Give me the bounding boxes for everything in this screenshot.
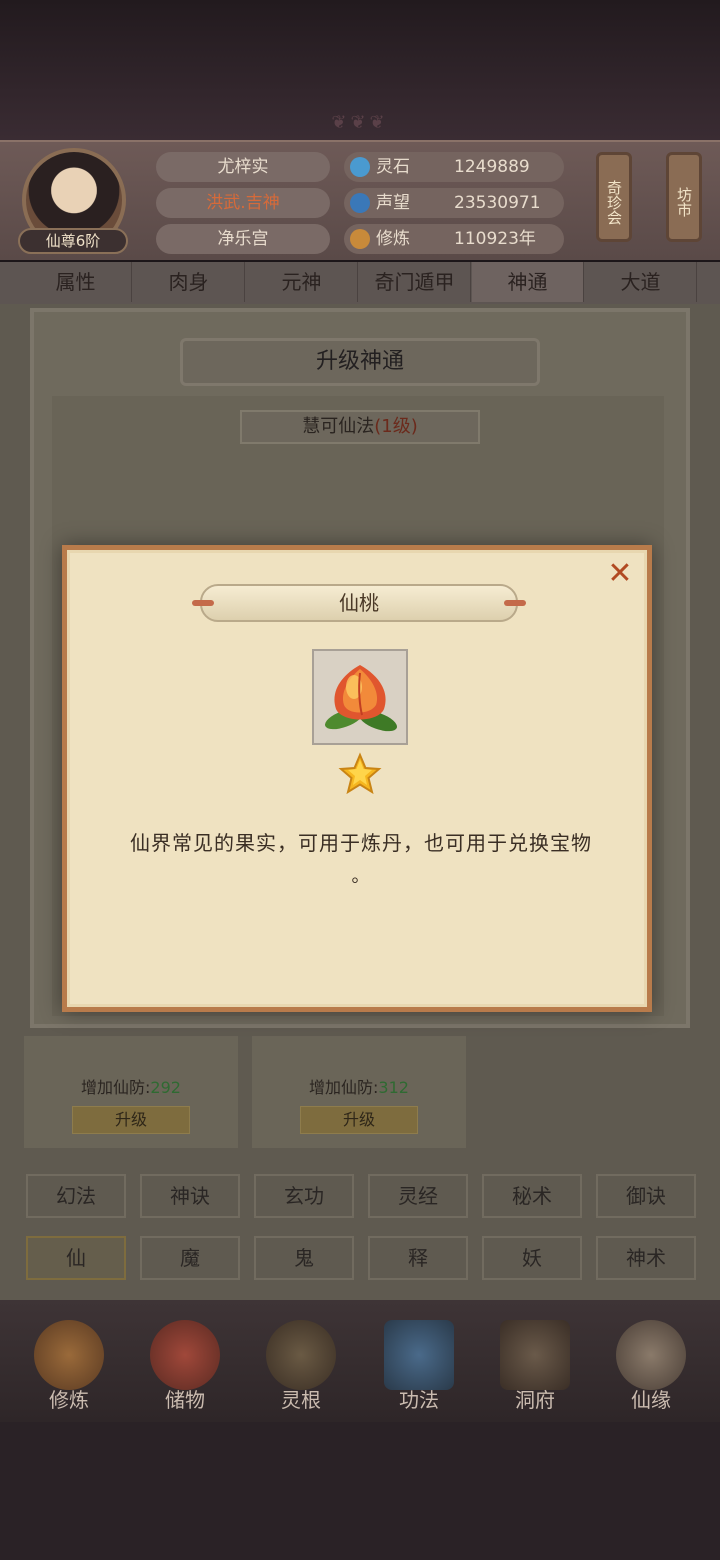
- nav-cultivate[interactable]: 修炼: [14, 1310, 124, 1420]
- cave-mansion-icon: [500, 1320, 570, 1390]
- category-divine-art[interactable]: 神诀: [140, 1174, 240, 1218]
- stat-spirit-stone: 灵石 1249889: [344, 152, 564, 182]
- nav-label: 储物: [165, 1388, 205, 1412]
- item-description-line: 。: [351, 866, 371, 887]
- player-title: 洪武.吉神: [156, 188, 330, 218]
- immortal-fate-icon: [616, 1320, 686, 1390]
- tab-soul[interactable]: 元神: [246, 262, 358, 302]
- tab-divine-power[interactable]: 神通: [472, 262, 584, 302]
- player-sect: 净乐宫: [156, 224, 330, 254]
- nav-technique[interactable]: 功法: [364, 1310, 474, 1420]
- category-spirit-sutra[interactable]: 灵经: [368, 1174, 468, 1218]
- prestige-icon: [350, 193, 370, 213]
- tab-attributes[interactable]: 属性: [20, 262, 132, 302]
- rarity-star-icon: [338, 752, 382, 796]
- category-demon[interactable]: 魔: [140, 1236, 240, 1280]
- skill-card: 增加仙防:292 升级: [24, 1036, 238, 1148]
- nav-label: 洞府: [515, 1388, 555, 1412]
- nav-immortal-fate[interactable]: 仙缘: [596, 1310, 706, 1420]
- bottom-band: [0, 1422, 720, 1560]
- tab-qimen[interactable]: 奇门遁甲: [359, 262, 471, 302]
- bonus-label: 增加仙防:: [309, 1078, 379, 1097]
- category-ghost[interactable]: 鬼: [254, 1236, 354, 1280]
- nav-spirit-root[interactable]: 灵根: [246, 1310, 356, 1420]
- nav-label: 修炼: [49, 1388, 89, 1412]
- upgrade-button[interactable]: 升级: [300, 1106, 418, 1134]
- upgrade-button[interactable]: 升级: [72, 1106, 190, 1134]
- bonus-value: 312: [378, 1078, 409, 1097]
- skill-level: (1级): [374, 416, 418, 437]
- upgrade-panel-title: 升级神通: [180, 338, 540, 386]
- stat-value: 1249889: [454, 157, 530, 177]
- nav-storage[interactable]: 储物: [130, 1310, 240, 1420]
- stat-cultivation: 修炼 110923年: [344, 224, 564, 254]
- bonus-label: 增加仙防:: [81, 1078, 151, 1097]
- cultivate-icon: [34, 1320, 104, 1390]
- category-immortal[interactable]: 仙: [26, 1236, 126, 1280]
- dialog-title: 仙桃: [192, 584, 526, 622]
- category-mystic[interactable]: 玄功: [254, 1174, 354, 1218]
- tab-body[interactable]: 肉身: [133, 262, 245, 302]
- nav-label: 仙缘: [631, 1388, 671, 1412]
- card-bonus: 增加仙防:292: [24, 1074, 238, 1098]
- category-yao[interactable]: 妖: [482, 1236, 582, 1280]
- stat-value: 110923年: [454, 229, 536, 249]
- stat-prestige: 声望 23530971: [344, 188, 564, 218]
- nav-label: 功法: [399, 1388, 439, 1412]
- card-bonus: 增加仙防:312: [252, 1074, 466, 1098]
- category-secret-art[interactable]: 秘术: [482, 1174, 582, 1218]
- spirit-stone-icon: [350, 157, 370, 177]
- stat-label: 修炼: [376, 229, 410, 249]
- player-name: 尤梓实: [156, 152, 330, 182]
- category-control-art[interactable]: 御诀: [596, 1174, 696, 1218]
- stat-value: 23530971: [454, 193, 541, 213]
- spirit-root-icon: [266, 1320, 336, 1390]
- bonus-value: 292: [150, 1078, 181, 1097]
- stat-label: 灵石: [376, 157, 410, 177]
- nav-label: 灵根: [281, 1388, 321, 1412]
- skill-name: 慧可仙法: [302, 416, 375, 437]
- category-illusion[interactable]: 幻法: [26, 1174, 126, 1218]
- treasure-fair-button[interactable]: 奇珍会: [596, 152, 632, 242]
- item-description: 仙界常见的果实，可用于炼丹，也可用于兑换宝物 。: [96, 824, 626, 896]
- market-button[interactable]: 坊市: [666, 152, 702, 242]
- category-divine-skill[interactable]: 神术: [596, 1236, 696, 1280]
- close-icon[interactable]: ✕: [604, 558, 636, 590]
- technique-book-icon: [384, 1320, 454, 1390]
- skill-card: 增加仙防:312 升级: [252, 1036, 466, 1148]
- immortal-peach-icon: [325, 665, 397, 732]
- item-icon-frame: [312, 649, 408, 745]
- category-buddhist[interactable]: 释: [368, 1236, 468, 1280]
- skill-name-label: 慧可仙法(1级): [240, 410, 480, 444]
- nav-cave-mansion[interactable]: 洞府: [480, 1310, 590, 1420]
- top-ornament: ❦❦❦: [331, 112, 389, 133]
- tab-dao[interactable]: 大道: [585, 262, 697, 302]
- cultivation-icon: [350, 229, 370, 249]
- stat-label: 声望: [376, 193, 410, 213]
- item-description-line: 仙界常见的果实，可用于炼丹，也可用于兑换宝物: [130, 831, 592, 855]
- rank-badge: 仙尊6阶: [18, 228, 128, 254]
- storage-bag-icon: [150, 1320, 220, 1390]
